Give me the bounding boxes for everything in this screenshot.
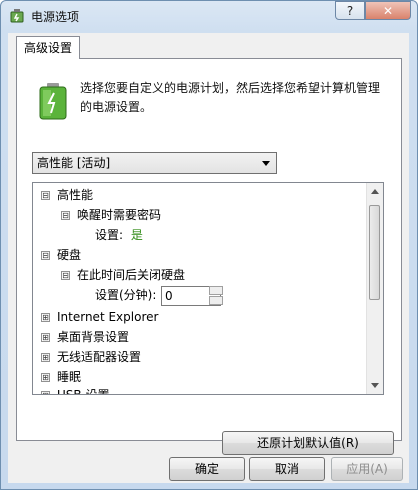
minutes-value: 0 [165,289,173,303]
scroll-up-icon[interactable] [371,189,379,194]
tree-node-label: 高性能 [57,188,94,202]
setting-label: 设置: [95,228,124,242]
minutes-stepper[interactable] [209,286,223,306]
collapse-icon[interactable]: ⊟ [61,211,70,220]
collapse-icon[interactable]: ⊟ [41,191,50,200]
intro-text: 选择您要自定义的电源计划，然后选择您希望计算机管理的电源设置。 [80,81,381,114]
help-label: ? [346,3,354,18]
apply-button[interactable]: 应用(A) [331,457,403,481]
power-options-icon [10,9,24,23]
close-icon: ✕ [382,3,394,18]
setting-label: 设置(分钟): [95,288,157,302]
tree-node-label: 唤醒时需要密码 [77,208,162,222]
restore-defaults-button[interactable]: 还原计划默认值(R) [222,431,394,455]
tree-node-label: 睡眠 [57,370,82,384]
window-title: 电源选项 [31,10,80,24]
scrollbar-thumb[interactable] [369,205,380,300]
tree-node-label: 桌面背景设置 [57,330,130,344]
chevron-down-icon [262,161,270,166]
settings-tree[interactable]: ⊟ 高性能 ⊟ 唤醒时需要密码 设置: 是 ⊟ 硬盘 ⊟ 在此时间后关闭硬盘 设… [32,182,384,395]
expand-icon[interactable]: ⊞ [41,391,50,394]
help-button[interactable]: ? [335,1,365,20]
tree-node-label: USB 设置 [57,388,110,395]
collapse-icon[interactable]: ⊟ [41,251,50,260]
tree-node-label: 在此时间后关闭硬盘 [77,268,186,282]
stepper-up-icon[interactable] [209,286,223,295]
stepper-down-icon[interactable] [209,296,223,305]
ok-button[interactable]: 确定 [169,457,245,481]
expand-icon[interactable]: ⊞ [41,353,50,362]
collapse-icon[interactable]: ⊟ [61,271,70,280]
power-options-window: 电源选项 ? ✕ 高级设置 选择您要自定义的电源计划，然后选择您希望计算机管理的… [0,0,418,490]
tab-advanced-settings[interactable]: 高级设置 [16,36,81,59]
dialog-client-area: 高级设置 选择您要自定义的电源计划，然后选择您希望计算机管理的电源设置。 高性能… [8,33,409,483]
title-bar[interactable]: 电源选项 ? ✕ [1,1,417,31]
scroll-down-icon[interactable] [371,383,379,388]
tree-node-label: 硬盘 [57,248,82,262]
expand-icon[interactable]: ⊞ [41,313,50,322]
setting-value[interactable]: 是 [131,228,143,242]
advanced-settings-panel: 选择您要自定义的电源计划，然后选择您希望计算机管理的电源设置。 高性能 [活动]… [16,58,402,455]
battery-icon [39,83,67,120]
tree-setting-wake-password[interactable]: 设置: 是 [95,225,143,245]
power-plan-dropdown[interactable]: 高性能 [活动] [32,152,277,174]
tree-scrollbar[interactable] [366,183,383,394]
close-button[interactable]: ✕ [365,1,411,20]
expand-icon[interactable]: ⊞ [41,333,50,342]
tree-node-label: Internet Explorer [57,310,159,324]
cancel-button[interactable]: 取消 [249,457,325,481]
power-plan-value: 高性能 [活动] [37,156,111,170]
tree-setting-disk-minutes: 设置(分钟): 0 [95,285,295,307]
tree-node-label: 无线适配器设置 [57,350,142,364]
expand-icon[interactable]: ⊞ [41,373,50,382]
